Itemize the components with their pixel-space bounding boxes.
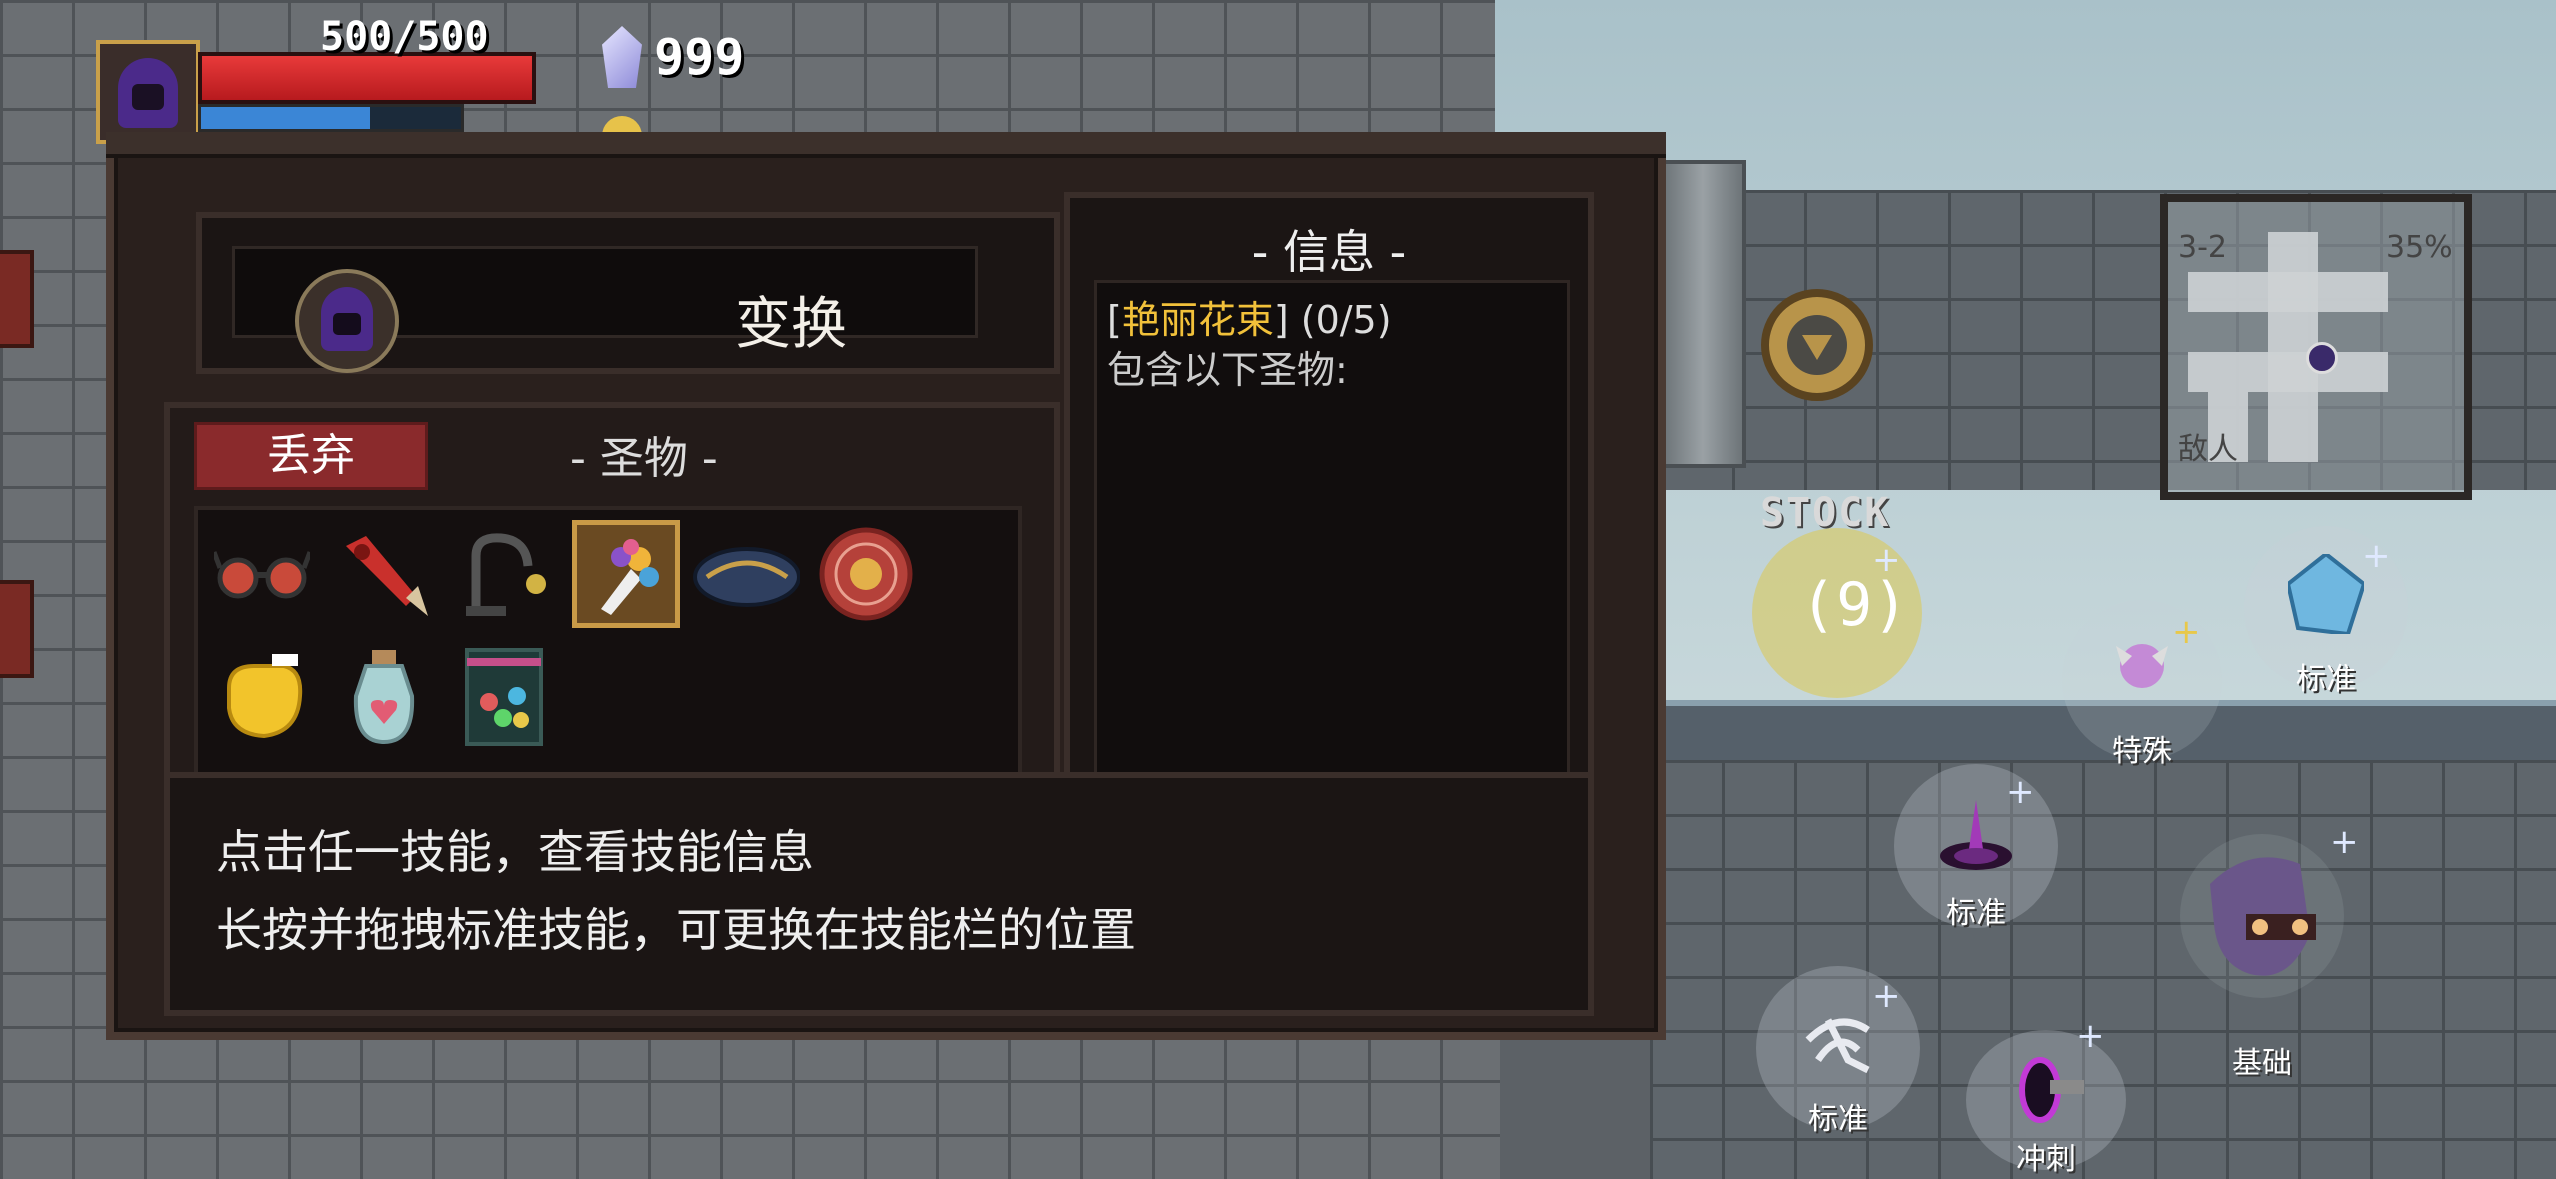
- dark-whip-relic-icon[interactable]: [450, 520, 558, 628]
- red-sword-relic-icon[interactable]: [330, 520, 438, 628]
- minimap-enemy-label: 敌人: [2178, 432, 2238, 467]
- gem-jar-relic-icon[interactable]: [450, 642, 558, 750]
- relic-set-name: 艳丽花束: [1121, 298, 1274, 342]
- heart-potion-relic-icon[interactable]: [330, 642, 438, 750]
- bracket-open: [: [1107, 298, 1122, 342]
- pink-orb-icon: [2116, 644, 2168, 688]
- skill-label: 标准: [1946, 896, 2006, 931]
- sparkle-icon: +: [2362, 536, 2391, 576]
- relic-set-contains: 包含以下圣物:: [1107, 348, 1348, 392]
- tip-line-1: 点击任一技能，查看技能信息: [216, 825, 814, 879]
- golden-fist-relic-icon[interactable]: [208, 642, 316, 750]
- shield-emblem-icon: [1761, 289, 1873, 401]
- tip-line-2: 长按并拖拽标准技能，可更换在技能栏的位置: [216, 903, 1136, 957]
- skill-label: 特殊: [2112, 734, 2172, 769]
- navy-hat-relic-icon[interactable]: [692, 520, 800, 628]
- discard-button[interactable]: 丢弃: [194, 422, 428, 490]
- sparkle-icon: +: [2172, 612, 2201, 652]
- whirlwind-icon: [1805, 1018, 1870, 1074]
- tip-panel: 点击任一技能，查看技能信息 长按并拖拽标准技能，可更换在技能栏的位置: [164, 772, 1594, 1016]
- health-text: 500/500: [320, 14, 489, 60]
- sparkle-icon: +: [2330, 822, 2359, 862]
- minimap-percent: 35%: [2386, 230, 2453, 265]
- ice-crystal-icon: [2288, 554, 2364, 634]
- stock-count: (9): [1800, 570, 1909, 640]
- info-title: - 信息 -: [1251, 225, 1407, 279]
- hooded-mage-avatar: [295, 269, 399, 373]
- flower-bouquet-relic-icon[interactable]: [572, 520, 680, 628]
- relic-set-progress: (0/5): [1288, 298, 1392, 342]
- skill-label: 标准: [2296, 662, 2356, 697]
- mana-bar: [198, 104, 464, 132]
- relic-section-title: - 圣物 -: [570, 433, 718, 484]
- skill-relic-dialog: 变换 丢弃 - 圣物 - - 信息 - [艳丽花束] (0/5) 包含以下圣物:…: [106, 132, 1666, 1040]
- dialog-top-rail: [106, 132, 1666, 158]
- skill-name-box: 变换: [232, 246, 978, 373]
- gem-count: 999: [654, 28, 745, 86]
- stone-pillar: [1660, 160, 1746, 468]
- sparkle-icon: +: [2006, 772, 2035, 812]
- red-shield-relic-icon[interactable]: [812, 520, 920, 628]
- glasses-relic-icon[interactable]: [208, 520, 316, 628]
- skill-label: 冲刺: [2016, 1142, 2076, 1177]
- sparkle-icon: +: [2076, 1016, 2105, 1056]
- minimap[interactable]: 3-2 35% 敌人: [2160, 194, 2472, 500]
- bracket-close: ]: [1273, 298, 1289, 342]
- barrel: [0, 580, 34, 678]
- sparkle-icon: +: [1872, 976, 1901, 1016]
- skill-label: 标准: [1808, 1102, 1868, 1137]
- minimap-stage: 3-2: [2178, 230, 2227, 265]
- skill-name-panel: 变换: [196, 212, 1060, 374]
- hooded-mage-skill-icon: [2210, 857, 2316, 976]
- skill-label: 基础: [2232, 1046, 2292, 1081]
- minimap-player-marker: [2306, 342, 2338, 374]
- skill-basic[interactable]: 基础: [2180, 834, 2344, 1081]
- sparkle-icon: +: [1872, 540, 1901, 580]
- player-portrait: [96, 40, 200, 144]
- minimap-room: [2188, 352, 2388, 392]
- dash-portal-icon: [2019, 1057, 2084, 1123]
- barrel: [0, 250, 34, 348]
- relic-set-line: [艳丽花束] (0/5): [1107, 289, 1392, 344]
- dark-spike-icon: [1940, 800, 2012, 870]
- skill-name: 变换: [735, 292, 847, 357]
